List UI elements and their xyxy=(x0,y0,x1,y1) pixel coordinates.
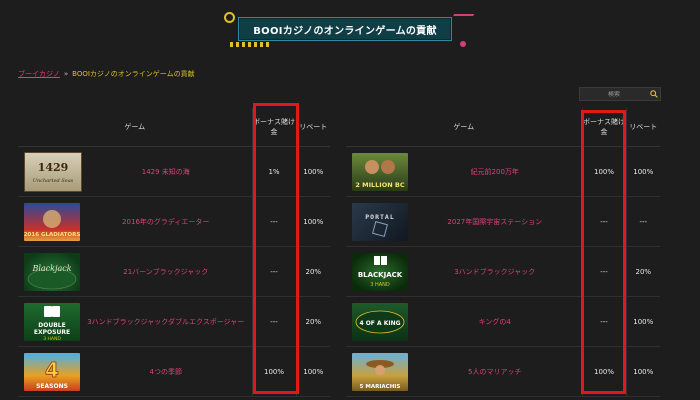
table-row: 2 MILLION BC 紀元前200万年 100% 100% xyxy=(346,146,661,197)
rebate-value: 100% xyxy=(296,146,331,197)
table-row: Blackjack 21バーンブラックジャック --- 20% xyxy=(18,246,331,297)
bonus-value: --- xyxy=(252,296,297,347)
svg-text:3 HAND: 3 HAND xyxy=(370,282,390,288)
bonus-value: --- xyxy=(252,196,297,247)
game-thumbnail-4-of-a-king[interactable]: 4 OF A KING xyxy=(352,302,408,341)
stripes-decoration xyxy=(230,42,272,47)
svg-text:SEASONS: SEASONS xyxy=(36,383,68,390)
rebate-value: 20% xyxy=(296,296,331,347)
svg-text:EXPOSURE: EXPOSURE xyxy=(34,329,70,336)
game-thumbnail-gladiators[interactable]: 2016 GLADIATORS xyxy=(24,202,80,241)
table-row: BLACKJACK 3 HAND 3ハンドブラックジャック --- 20% xyxy=(346,246,661,297)
svg-text:PORTAL: PORTAL xyxy=(365,213,394,221)
rebate-value: 100% xyxy=(296,346,331,397)
game-link[interactable]: 3ハンドブラックジャック xyxy=(454,268,535,276)
bonus-value: 100% xyxy=(582,146,627,197)
search-input[interactable] xyxy=(580,90,648,98)
page-title: BOOIカジノのオンラインゲームの貢献 xyxy=(238,17,452,41)
rebate-value: --- xyxy=(626,196,661,247)
breadcrumb-home-link[interactable]: ブーイカジノ xyxy=(18,69,60,79)
header-game: ゲーム xyxy=(18,108,253,147)
game-thumbnail-blackjack21[interactable]: Blackjack xyxy=(24,252,80,291)
game-thumbnail-blackjack-3-hand[interactable]: BLACKJACK 3 HAND xyxy=(352,252,408,291)
table-row: 4 SEASONS 4つの季節 100% 100% xyxy=(18,346,331,397)
svg-text:4 OF A KING: 4 OF A KING xyxy=(359,320,400,327)
game-thumbnail-portal[interactable]: PORTAL xyxy=(352,202,408,241)
bonus-value: 100% xyxy=(582,346,627,397)
zigzag-decoration xyxy=(449,14,475,22)
table-header-row: ゲーム ボーナス賭け金 リベート xyxy=(18,108,331,147)
game-link[interactable]: 2027年国際宇宙ステーション xyxy=(447,218,542,226)
game-link[interactable]: 5人のマリアッチ xyxy=(468,368,521,376)
header-rebate: リベート xyxy=(626,108,661,147)
svg-text:Blackjack: Blackjack xyxy=(31,264,71,273)
svg-text:5 MARIACHIS: 5 MARIACHIS xyxy=(360,384,401,390)
game-thumbnail-double-exposure[interactable]: DOUBLE EXPOSURE 3 HAND xyxy=(24,302,80,341)
game-link[interactable]: 紀元前200万年 xyxy=(471,168,519,176)
game-link[interactable]: 2016年のグラディエーター xyxy=(122,218,209,226)
rebate-value: 100% xyxy=(296,196,331,247)
rebate-value: 20% xyxy=(296,246,331,297)
table-row: PORTAL 2027年国際宇宙ステーション --- --- xyxy=(346,196,661,247)
svg-text:4: 4 xyxy=(45,358,59,382)
rebate-value: 100% xyxy=(626,146,661,197)
game-link[interactable]: 21バーンブラックジャック xyxy=(123,268,208,276)
bonus-value: --- xyxy=(252,246,297,297)
game-link[interactable]: 1429 未知の海 xyxy=(142,168,190,176)
bonus-value: 1% xyxy=(252,146,297,197)
search-box xyxy=(579,87,661,101)
bonus-value: --- xyxy=(582,246,627,297)
table-row: 4 OF A KING キングの4 --- 100% xyxy=(346,296,661,347)
game-link[interactable]: 4つの季節 xyxy=(150,368,182,376)
dot-decoration xyxy=(460,41,466,47)
table-row: 5 MARIACHIS 5人のマリアッチ 100% 100% xyxy=(346,346,661,397)
header-bonus: ボーナス賭け金 xyxy=(582,108,627,147)
table-header-row: ゲーム ボーナス賭け金 リベート xyxy=(346,108,661,147)
table-row: 1429 Uncharted Seas 1429 未知の海 1% 100% xyxy=(18,146,331,197)
svg-text:2 MILLION BC: 2 MILLION BC xyxy=(355,181,405,189)
game-thumbnail-four-seasons[interactable]: 4 SEASONS xyxy=(24,352,80,391)
circle-decoration xyxy=(224,12,235,23)
game-thumbnail-2-million-bc[interactable]: 2 MILLION BC xyxy=(352,152,408,191)
game-link[interactable]: キングの4 xyxy=(479,318,511,326)
breadcrumb-separator: » xyxy=(63,70,69,78)
bonus-value: --- xyxy=(582,196,627,247)
game-thumbnail-5-mariachis[interactable]: 5 MARIACHIS xyxy=(352,352,408,391)
rebate-value: 100% xyxy=(626,296,661,347)
svg-text:DOUBLE: DOUBLE xyxy=(38,322,65,329)
game-thumbnail-1429[interactable]: 1429 Uncharted Seas xyxy=(24,151,82,192)
svg-text:1429: 1429 xyxy=(38,161,69,174)
rebate-value: 20% xyxy=(626,246,661,297)
svg-text:2016 GLADIATORS: 2016 GLADIATORS xyxy=(24,232,80,238)
bonus-value: 100% xyxy=(252,346,297,397)
header-rebate: リベート xyxy=(296,108,331,147)
table-row: DOUBLE EXPOSURE 3 HAND 3ハンドブラックジャックダブルエク… xyxy=(18,296,331,347)
left-game-table: ゲーム ボーナス賭け金 リベート 1429 Uncharted Seas 142… xyxy=(18,108,331,397)
table-row: 2016 GLADIATORS 2016年のグラディエーター --- 100% xyxy=(18,196,331,247)
bonus-value: --- xyxy=(582,296,627,347)
breadcrumb-current: BOOIカジノのオンラインゲームの貢献 xyxy=(72,70,195,78)
svg-text:BLACKJACK: BLACKJACK xyxy=(358,271,403,279)
breadcrumb: ブーイカジノ » BOOIカジノのオンラインゲームの貢献 xyxy=(18,69,195,79)
svg-text:Uncharted Seas: Uncharted Seas xyxy=(33,178,74,184)
right-game-table: ゲーム ボーナス賭け金 リベート 2 MILLION BC 紀元前200万年 1… xyxy=(346,108,661,397)
game-link[interactable]: 3ハンドブラックジャックダブルエクスポージャー xyxy=(87,318,244,326)
svg-text:3 HAND: 3 HAND xyxy=(43,336,61,341)
header-game: ゲーム xyxy=(346,108,583,147)
search-icon[interactable] xyxy=(648,88,660,100)
title-banner-decoration: BOOIカジノのオンラインゲームの貢献 xyxy=(224,10,476,47)
rebate-value: 100% xyxy=(626,346,661,397)
header-bonus: ボーナス賭け金 xyxy=(252,108,297,147)
